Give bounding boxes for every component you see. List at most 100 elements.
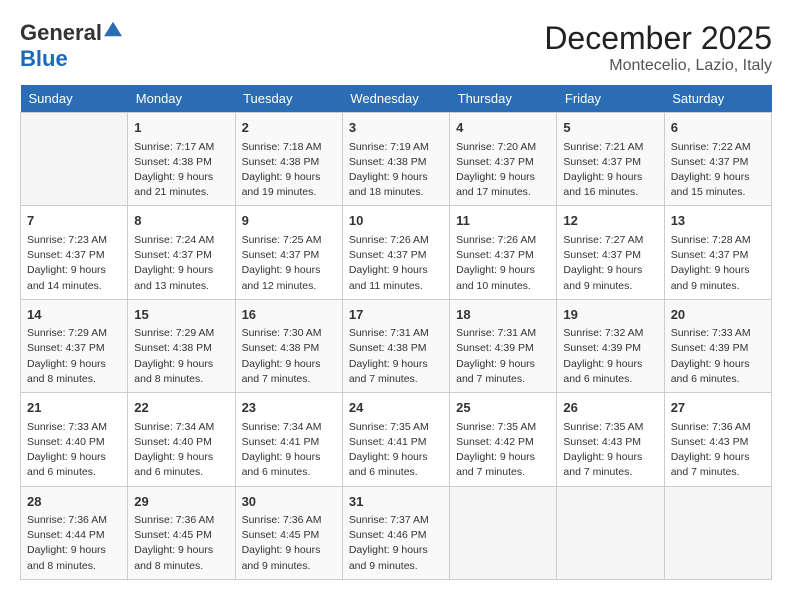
calendar-cell: 5Sunrise: 7:21 AM Sunset: 4:37 PM Daylig… bbox=[557, 113, 664, 206]
calendar-table: SundayMondayTuesdayWednesdayThursdayFrid… bbox=[20, 85, 772, 580]
calendar-cell: 23Sunrise: 7:34 AM Sunset: 4:41 PM Dayli… bbox=[235, 393, 342, 486]
title-section: December 2025 Montecelio, Lazio, Italy bbox=[544, 20, 772, 75]
cell-content: Sunrise: 7:26 AM Sunset: 4:37 PM Dayligh… bbox=[349, 233, 443, 294]
logo-icon bbox=[104, 20, 122, 38]
calendar-cell: 22Sunrise: 7:34 AM Sunset: 4:40 PM Dayli… bbox=[128, 393, 235, 486]
cell-content: Sunrise: 7:29 AM Sunset: 4:37 PM Dayligh… bbox=[27, 326, 121, 387]
day-number: 3 bbox=[349, 118, 443, 138]
calendar-week-row: 28Sunrise: 7:36 AM Sunset: 4:44 PM Dayli… bbox=[21, 486, 772, 579]
calendar-cell bbox=[450, 486, 557, 579]
cell-content: Sunrise: 7:36 AM Sunset: 4:45 PM Dayligh… bbox=[242, 513, 336, 574]
cell-content: Sunrise: 7:31 AM Sunset: 4:38 PM Dayligh… bbox=[349, 326, 443, 387]
calendar-cell: 27Sunrise: 7:36 AM Sunset: 4:43 PM Dayli… bbox=[664, 393, 771, 486]
weekday-header-cell: Tuesday bbox=[235, 85, 342, 113]
day-number: 26 bbox=[563, 398, 657, 418]
day-number: 4 bbox=[456, 118, 550, 138]
cell-content: Sunrise: 7:22 AM Sunset: 4:37 PM Dayligh… bbox=[671, 140, 765, 201]
day-number: 18 bbox=[456, 305, 550, 325]
calendar-cell: 28Sunrise: 7:36 AM Sunset: 4:44 PM Dayli… bbox=[21, 486, 128, 579]
day-number: 20 bbox=[671, 305, 765, 325]
cell-content: Sunrise: 7:34 AM Sunset: 4:40 PM Dayligh… bbox=[134, 420, 228, 481]
cell-content: Sunrise: 7:36 AM Sunset: 4:45 PM Dayligh… bbox=[134, 513, 228, 574]
calendar-cell bbox=[557, 486, 664, 579]
calendar-week-row: 21Sunrise: 7:33 AM Sunset: 4:40 PM Dayli… bbox=[21, 393, 772, 486]
weekday-header-cell: Saturday bbox=[664, 85, 771, 113]
cell-content: Sunrise: 7:20 AM Sunset: 4:37 PM Dayligh… bbox=[456, 140, 550, 201]
calendar-cell: 2Sunrise: 7:18 AM Sunset: 4:38 PM Daylig… bbox=[235, 113, 342, 206]
day-number: 25 bbox=[456, 398, 550, 418]
calendar-cell: 17Sunrise: 7:31 AM Sunset: 4:38 PM Dayli… bbox=[342, 299, 449, 392]
calendar-week-row: 7Sunrise: 7:23 AM Sunset: 4:37 PM Daylig… bbox=[21, 206, 772, 299]
calendar-cell: 29Sunrise: 7:36 AM Sunset: 4:45 PM Dayli… bbox=[128, 486, 235, 579]
cell-content: Sunrise: 7:33 AM Sunset: 4:39 PM Dayligh… bbox=[671, 326, 765, 387]
calendar-cell: 13Sunrise: 7:28 AM Sunset: 4:37 PM Dayli… bbox=[664, 206, 771, 299]
cell-content: Sunrise: 7:27 AM Sunset: 4:37 PM Dayligh… bbox=[563, 233, 657, 294]
calendar-cell: 12Sunrise: 7:27 AM Sunset: 4:37 PM Dayli… bbox=[557, 206, 664, 299]
calendar-cell: 21Sunrise: 7:33 AM Sunset: 4:40 PM Dayli… bbox=[21, 393, 128, 486]
cell-content: Sunrise: 7:21 AM Sunset: 4:37 PM Dayligh… bbox=[563, 140, 657, 201]
calendar-cell: 20Sunrise: 7:33 AM Sunset: 4:39 PM Dayli… bbox=[664, 299, 771, 392]
cell-content: Sunrise: 7:26 AM Sunset: 4:37 PM Dayligh… bbox=[456, 233, 550, 294]
calendar-cell: 1Sunrise: 7:17 AM Sunset: 4:38 PM Daylig… bbox=[128, 113, 235, 206]
logo-blue-text: Blue bbox=[20, 46, 68, 72]
weekday-header-cell: Sunday bbox=[21, 85, 128, 113]
calendar-cell: 25Sunrise: 7:35 AM Sunset: 4:42 PM Dayli… bbox=[450, 393, 557, 486]
calendar-cell: 26Sunrise: 7:35 AM Sunset: 4:43 PM Dayli… bbox=[557, 393, 664, 486]
location-title: Montecelio, Lazio, Italy bbox=[544, 57, 772, 75]
day-number: 24 bbox=[349, 398, 443, 418]
calendar-cell: 14Sunrise: 7:29 AM Sunset: 4:37 PM Dayli… bbox=[21, 299, 128, 392]
weekday-header-cell: Friday bbox=[557, 85, 664, 113]
month-title: December 2025 bbox=[544, 20, 772, 57]
page-header: General Blue December 2025 Montecelio, L… bbox=[20, 20, 772, 75]
calendar-cell: 10Sunrise: 7:26 AM Sunset: 4:37 PM Dayli… bbox=[342, 206, 449, 299]
day-number: 5 bbox=[563, 118, 657, 138]
day-number: 17 bbox=[349, 305, 443, 325]
cell-content: Sunrise: 7:31 AM Sunset: 4:39 PM Dayligh… bbox=[456, 326, 550, 387]
calendar-cell: 9Sunrise: 7:25 AM Sunset: 4:37 PM Daylig… bbox=[235, 206, 342, 299]
weekday-header-row: SundayMondayTuesdayWednesdayThursdayFrid… bbox=[21, 85, 772, 113]
cell-content: Sunrise: 7:33 AM Sunset: 4:40 PM Dayligh… bbox=[27, 420, 121, 481]
calendar-body: 1Sunrise: 7:17 AM Sunset: 4:38 PM Daylig… bbox=[21, 113, 772, 580]
weekday-header-cell: Wednesday bbox=[342, 85, 449, 113]
calendar-week-row: 1Sunrise: 7:17 AM Sunset: 4:38 PM Daylig… bbox=[21, 113, 772, 206]
calendar-cell: 3Sunrise: 7:19 AM Sunset: 4:38 PM Daylig… bbox=[342, 113, 449, 206]
calendar-cell: 4Sunrise: 7:20 AM Sunset: 4:37 PM Daylig… bbox=[450, 113, 557, 206]
day-number: 14 bbox=[27, 305, 121, 325]
cell-content: Sunrise: 7:35 AM Sunset: 4:43 PM Dayligh… bbox=[563, 420, 657, 481]
day-number: 30 bbox=[242, 492, 336, 512]
day-number: 27 bbox=[671, 398, 765, 418]
calendar-cell: 11Sunrise: 7:26 AM Sunset: 4:37 PM Dayli… bbox=[450, 206, 557, 299]
cell-content: Sunrise: 7:23 AM Sunset: 4:37 PM Dayligh… bbox=[27, 233, 121, 294]
logo-general-text: General bbox=[20, 20, 102, 46]
calendar-cell: 16Sunrise: 7:30 AM Sunset: 4:38 PM Dayli… bbox=[235, 299, 342, 392]
calendar-cell: 31Sunrise: 7:37 AM Sunset: 4:46 PM Dayli… bbox=[342, 486, 449, 579]
day-number: 22 bbox=[134, 398, 228, 418]
calendar-cell bbox=[21, 113, 128, 206]
day-number: 31 bbox=[349, 492, 443, 512]
day-number: 9 bbox=[242, 211, 336, 231]
day-number: 13 bbox=[671, 211, 765, 231]
cell-content: Sunrise: 7:36 AM Sunset: 4:44 PM Dayligh… bbox=[27, 513, 121, 574]
cell-content: Sunrise: 7:28 AM Sunset: 4:37 PM Dayligh… bbox=[671, 233, 765, 294]
day-number: 23 bbox=[242, 398, 336, 418]
day-number: 21 bbox=[27, 398, 121, 418]
calendar-cell: 15Sunrise: 7:29 AM Sunset: 4:38 PM Dayli… bbox=[128, 299, 235, 392]
cell-content: Sunrise: 7:35 AM Sunset: 4:41 PM Dayligh… bbox=[349, 420, 443, 481]
cell-content: Sunrise: 7:35 AM Sunset: 4:42 PM Dayligh… bbox=[456, 420, 550, 481]
weekday-header-cell: Thursday bbox=[450, 85, 557, 113]
cell-content: Sunrise: 7:25 AM Sunset: 4:37 PM Dayligh… bbox=[242, 233, 336, 294]
cell-content: Sunrise: 7:17 AM Sunset: 4:38 PM Dayligh… bbox=[134, 140, 228, 201]
logo: General Blue bbox=[20, 20, 122, 72]
cell-content: Sunrise: 7:19 AM Sunset: 4:38 PM Dayligh… bbox=[349, 140, 443, 201]
calendar-cell: 18Sunrise: 7:31 AM Sunset: 4:39 PM Dayli… bbox=[450, 299, 557, 392]
day-number: 15 bbox=[134, 305, 228, 325]
day-number: 2 bbox=[242, 118, 336, 138]
day-number: 16 bbox=[242, 305, 336, 325]
calendar-cell: 8Sunrise: 7:24 AM Sunset: 4:37 PM Daylig… bbox=[128, 206, 235, 299]
day-number: 10 bbox=[349, 211, 443, 231]
calendar-cell: 30Sunrise: 7:36 AM Sunset: 4:45 PM Dayli… bbox=[235, 486, 342, 579]
cell-content: Sunrise: 7:36 AM Sunset: 4:43 PM Dayligh… bbox=[671, 420, 765, 481]
cell-content: Sunrise: 7:34 AM Sunset: 4:41 PM Dayligh… bbox=[242, 420, 336, 481]
calendar-cell bbox=[664, 486, 771, 579]
day-number: 11 bbox=[456, 211, 550, 231]
